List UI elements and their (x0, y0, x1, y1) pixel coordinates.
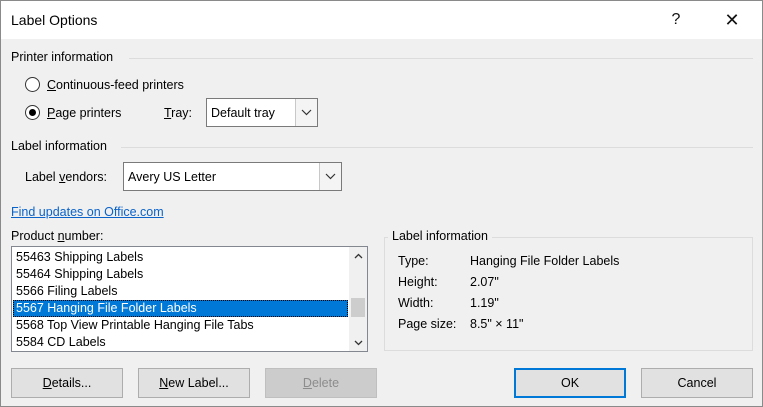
continuous-feed-radio[interactable] (25, 77, 40, 92)
height-value: 2.07" (470, 275, 499, 289)
tray-label: Tray: (164, 106, 193, 120)
delete-button[interactable]: Delete (265, 368, 377, 398)
details-button[interactable]: Details... (11, 368, 123, 398)
width-value: 1.19" (470, 296, 499, 310)
product-number-label: Product number: (11, 229, 104, 243)
list-item[interactable]: 5568 Top View Printable Hanging File Tab… (13, 317, 348, 334)
list-item[interactable]: 5566 Filing Labels (13, 283, 348, 300)
printer-info-heading: Printer information (11, 50, 114, 64)
ok-button[interactable]: OK (514, 368, 626, 398)
continuous-feed-label[interactable]: Continuous-feed printers (47, 78, 184, 92)
type-value: Hanging File Folder Labels (470, 254, 620, 268)
label-options-dialog: Label Options ? ✕ Printer information Co… (0, 0, 763, 407)
label-vendors-label: Label vendors: (25, 170, 108, 184)
list-item[interactable]: 5584 CD Labels (13, 334, 348, 351)
list-item-selected[interactable]: 5567 Hanging File Folder Labels (13, 300, 348, 317)
list-scrollbar[interactable] (349, 247, 367, 351)
label-info-heading: Label information (11, 139, 107, 153)
dialog-title: Label Options (11, 12, 98, 28)
width-label: Width: (398, 296, 434, 310)
product-number-list[interactable]: 55463 Shipping Labels 55464 Shipping Lab… (11, 246, 368, 352)
list-item[interactable]: 55464 Shipping Labels (13, 266, 348, 283)
cancel-button[interactable]: Cancel (641, 368, 753, 398)
list-item[interactable]: 55463 Shipping Labels (13, 249, 348, 266)
label-vendors-dropdown[interactable]: Avery US Letter (123, 162, 342, 191)
page-size-label: Page size: (398, 317, 457, 331)
tray-value: Default tray (211, 105, 275, 120)
printer-info-divider (129, 58, 753, 59)
help-button[interactable]: ? (653, 1, 699, 39)
close-button[interactable]: ✕ (709, 1, 755, 39)
page-printers-label[interactable]: Page printers (47, 106, 121, 120)
page-size-value: 8.5" × 11" (470, 317, 524, 331)
height-label: Height: (398, 275, 438, 289)
label-info-divider (121, 147, 753, 148)
scroll-up-arrow-icon[interactable] (349, 247, 367, 264)
chevron-down-icon[interactable] (319, 163, 341, 190)
chevron-down-icon[interactable] (295, 99, 317, 126)
new-label-button[interactable]: New Label... (138, 368, 250, 398)
find-updates-link[interactable]: Find updates on Office.com (11, 205, 164, 219)
label-vendors-value: Avery US Letter (128, 169, 217, 184)
title-bar: Label Options ? ✕ (1, 1, 762, 39)
type-label: Type: (398, 254, 429, 268)
label-details-heading: Label information (388, 229, 492, 243)
tray-dropdown[interactable]: Default tray (206, 98, 318, 127)
scrollbar-thumb[interactable] (351, 298, 365, 317)
scroll-down-arrow-icon[interactable] (349, 334, 367, 351)
page-printers-radio[interactable] (25, 105, 40, 120)
